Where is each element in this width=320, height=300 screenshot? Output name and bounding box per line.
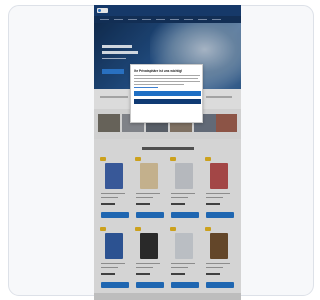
dialog-text — [134, 75, 200, 76]
dialog-title: Ihr Privatsphäre ist uns wichtig! — [134, 69, 183, 73]
cookie-consent-dialog: Ihr Privatsphäre ist uns wichtig! — [130, 64, 203, 123]
dialog-text — [134, 84, 184, 85]
webshop-page — [94, 5, 241, 300]
accept-necessary-button[interactable] — [134, 99, 201, 104]
dialog-text — [134, 78, 198, 79]
privacy-link[interactable] — [134, 87, 158, 88]
dialog-text — [134, 81, 200, 82]
accept-all-button[interactable] — [134, 91, 201, 96]
modal-backdrop[interactable] — [94, 5, 241, 300]
